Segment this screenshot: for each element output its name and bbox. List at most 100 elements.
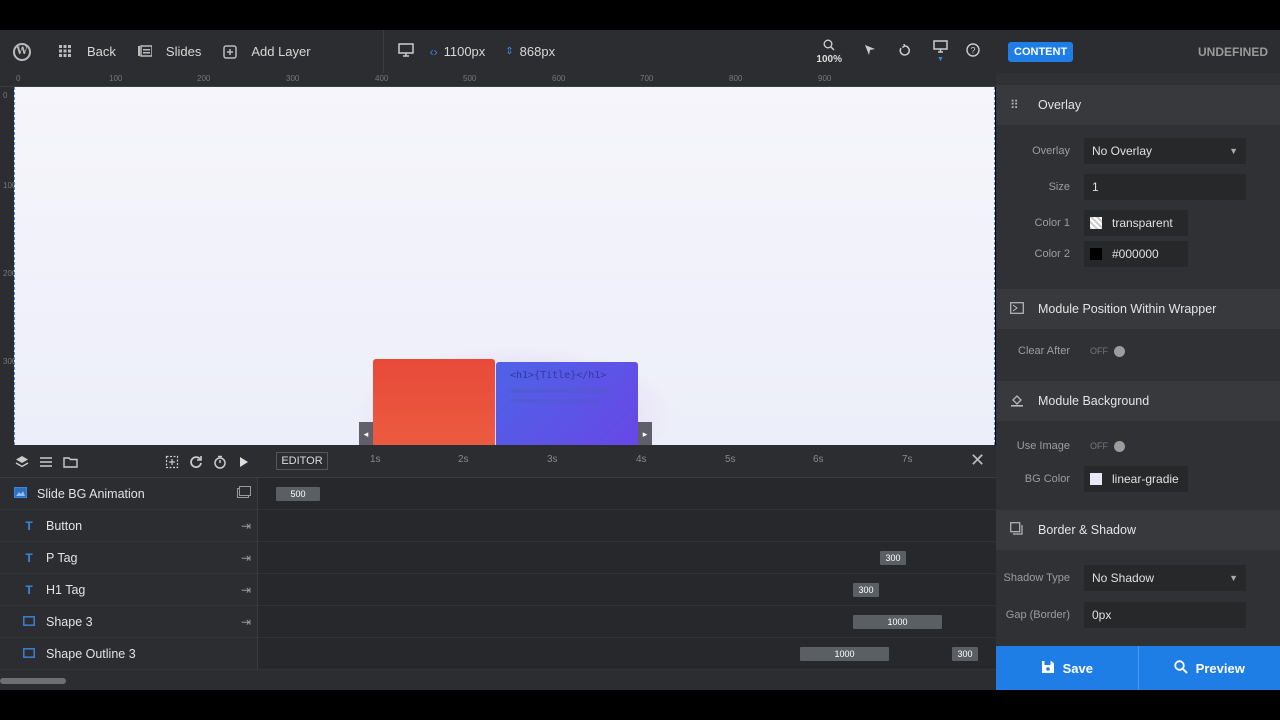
back-label: Back: [87, 44, 116, 59]
add-layer-button[interactable]: Add Layer: [223, 30, 311, 73]
toolbar-divider: [382, 30, 384, 73]
border-section-header[interactable]: Border & Shadow: [996, 510, 1280, 550]
bg-color-picker[interactable]: linear-gradie: [1084, 465, 1188, 492]
animation-chip[interactable]: 300: [853, 583, 879, 597]
ruler-mark: 100: [109, 74, 123, 83]
use-image-toggle[interactable]: OFF: [1084, 440, 1125, 452]
timeline-header: EDITOR 1s 2s 3s 4s 5s 6s 7s ✕: [0, 445, 996, 478]
undo-button[interactable]: [898, 30, 911, 73]
animation-chip[interactable]: 1000: [853, 615, 942, 629]
text-icon: T: [25, 550, 33, 565]
media-library-icon[interactable]: [237, 486, 251, 501]
gap-select[interactable]: 0px: [1084, 601, 1246, 628]
color1-picker[interactable]: transparent: [1084, 209, 1188, 236]
section-title: Module Position Within Wrapper: [1038, 302, 1217, 316]
save-button[interactable]: Save: [996, 646, 1138, 690]
timer-icon[interactable]: [212, 454, 228, 470]
clear-after-toggle[interactable]: OFF: [1084, 345, 1125, 357]
layer-name: Shape Outline 3: [46, 646, 136, 661]
drag-handle-icon: ⠿: [1010, 98, 1019, 112]
add-layer-label: Add Layer: [251, 44, 311, 59]
animation-chip[interactable]: 500: [276, 487, 320, 501]
slides-button[interactable]: Slides: [137, 30, 201, 73]
preview-label: Preview: [1195, 660, 1245, 676]
layer-p-tag[interactable]: T P Tag ⇥: [0, 542, 257, 574]
prev-arrow-icon[interactable]: ◂: [359, 422, 373, 445]
time-mark: 5s: [725, 454, 736, 465]
overlay-section-header[interactable]: ⠿ Overlay: [996, 85, 1280, 125]
time-mark: 2s: [458, 454, 469, 465]
device-preview-button[interactable]: ▼: [933, 30, 948, 73]
color2-picker[interactable]: #000000: [1084, 240, 1188, 267]
slide-canvas[interactable]: <h1>{Title}</h1> ◂ ▸: [14, 87, 995, 445]
section-title: Overlay: [1038, 98, 1082, 112]
layer-shape-3[interactable]: Shape 3 ⇥: [0, 606, 257, 638]
track-button: [258, 510, 996, 542]
layer-name: H1 Tag: [46, 582, 86, 597]
back-button[interactable]: Back: [59, 30, 116, 73]
animation-chip[interactable]: 300: [880, 551, 906, 565]
undefined-tab[interactable]: UNDEFINED: [1198, 45, 1268, 59]
refresh-icon[interactable]: [188, 454, 204, 470]
zoom-control[interactable]: 100%: [816, 30, 842, 73]
width-field[interactable]: ‹› 1100px: [430, 30, 486, 73]
content-tab[interactable]: CONTENT: [1008, 41, 1074, 62]
layer-name: Slide BG Animation: [37, 486, 145, 501]
layers-icon[interactable]: [14, 454, 30, 470]
ruler-mark: 300: [286, 74, 300, 83]
action-bar: Save Preview: [996, 646, 1280, 690]
p-tag-layer[interactable]: [510, 389, 610, 393]
list-icon[interactable]: [38, 454, 54, 470]
help-icon: ?: [966, 43, 980, 60]
wordpress-logo-icon[interactable]: W: [13, 42, 31, 61]
next-arrow-icon[interactable]: ▸: [638, 422, 652, 445]
arrow-to-end-icon[interactable]: ⇥: [241, 583, 251, 597]
preview-button[interactable]: Preview: [1137, 646, 1280, 690]
desktop-view-button[interactable]: [397, 30, 414, 73]
color2-row: Color 2 #000000: [996, 238, 1280, 269]
timeline-tracks: 500 300 300 1000 1000 300: [258, 478, 996, 670]
transparent-swatch-icon: [1090, 216, 1102, 229]
image-icon: [13, 486, 27, 501]
layer-h1-tag[interactable]: T H1 Tag ⇥: [0, 574, 257, 606]
editor-tab[interactable]: EDITOR: [276, 452, 328, 470]
select-area-icon[interactable]: [164, 454, 180, 470]
play-icon[interactable]: [236, 454, 252, 470]
close-timeline-icon[interactable]: ✕: [970, 450, 985, 471]
width-arrows-icon: ‹›: [429, 44, 438, 59]
folder-icon[interactable]: [62, 454, 78, 470]
layer-slide-bg-animation[interactable]: Slide BG Animation: [0, 478, 257, 510]
shape-outline-3[interactable]: <h1>{Title}</h1>: [496, 362, 638, 445]
layer-list: Slide BG Animation T Button ⇥ T P Tag ⇥ …: [0, 478, 258, 670]
layer-shape-outline-3[interactable]: Shape Outline 3: [0, 638, 257, 670]
arrow-to-end-icon[interactable]: ⇥: [241, 615, 251, 629]
color-value: #000000: [1112, 246, 1159, 261]
vertical-ruler: 0 100 200 300: [0, 87, 16, 445]
gap-row: Gap (Border) 0px: [996, 599, 1280, 630]
animation-chip[interactable]: 1000: [800, 647, 889, 661]
height-arrows-icon: ⇕: [505, 46, 514, 57]
select-value: 0px: [1092, 607, 1112, 622]
timeline-scrollbar[interactable]: [0, 670, 996, 690]
help-button[interactable]: ?: [966, 30, 980, 73]
h1-tag-layer[interactable]: <h1>{Title}</h1>: [510, 370, 624, 381]
time-mark: 3s: [547, 454, 558, 465]
arrow-to-end-icon[interactable]: ⇥: [241, 519, 251, 533]
scrollbar-thumb[interactable]: [0, 678, 66, 684]
shadow-type-select[interactable]: No Shadow ▼: [1084, 564, 1246, 591]
shape-3[interactable]: [373, 359, 495, 445]
layer-button[interactable]: T Button ⇥: [0, 510, 257, 542]
position-section-header[interactable]: Module Position Within Wrapper: [996, 289, 1280, 329]
ruler-mark: 200: [197, 74, 211, 83]
size-input[interactable]: 1: [1084, 173, 1246, 200]
gradient-swatch-icon: [1090, 472, 1102, 485]
height-field[interactable]: ⇕ 868px: [505, 30, 555, 73]
overlay-select[interactable]: No Overlay ▼: [1084, 137, 1246, 164]
black-swatch-icon: [1090, 247, 1102, 260]
background-section-header[interactable]: Module Background: [996, 381, 1280, 421]
select-tool-button[interactable]: [864, 30, 876, 73]
animation-chip[interactable]: 300: [952, 647, 978, 661]
arrow-to-end-icon[interactable]: ⇥: [241, 551, 251, 565]
device-caret-icon: ▼: [937, 56, 944, 63]
color-value: linear-gradie: [1112, 471, 1179, 486]
